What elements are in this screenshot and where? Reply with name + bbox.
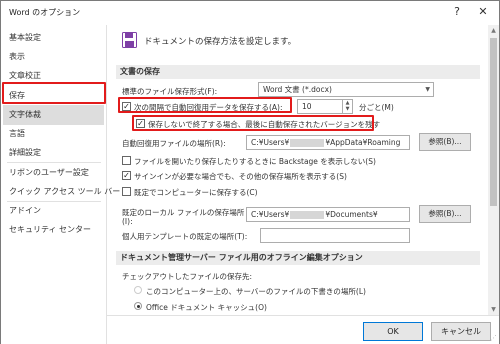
section-offline-editing: ドキュメント管理サーバー ファイル用のオフライン編集オプション xyxy=(116,251,480,265)
sidebar-item-trust-center[interactable]: セキュリティ センター xyxy=(9,222,91,237)
default-format-value: Word 文書 (*.docx) xyxy=(263,85,332,94)
path-prefix: C:¥Users¥ xyxy=(251,210,290,219)
autorecover-location-input[interactable]: C:¥Users¥ ¥AppData¥Roaming xyxy=(246,135,410,150)
save-to-computer-checkbox[interactable] xyxy=(122,187,131,196)
browse-autorecover-button[interactable]: 参照(B)... xyxy=(419,133,471,151)
window-title: Word のオプション xyxy=(9,8,81,17)
show-other-locations-label: サインインが必要な場合でも、その他の保存場所を表示する(S) xyxy=(134,172,347,181)
sidebar-item-advanced[interactable]: 詳細設定 xyxy=(9,145,41,160)
scroll-up-icon[interactable]: ▲ xyxy=(488,25,499,36)
office-cache-label: Office ドキュメント キャッシュ(O) xyxy=(146,303,267,312)
server-drafts-label: このコンピューター上の、サーバーのファイルの下書きの場所(L) xyxy=(146,287,366,296)
checkout-location-label: チェックアウトしたファイルの保存先: xyxy=(122,272,253,281)
dialog-footer: OK キャンセル ⋰ xyxy=(107,315,499,344)
hide-backstage-checkbox[interactable] xyxy=(122,156,131,165)
scroll-down-icon[interactable]: ▼ xyxy=(488,304,499,315)
sidebar-item-proofing[interactable]: 文章校正 xyxy=(9,68,41,83)
ok-button[interactable]: OK xyxy=(363,322,423,341)
help-button[interactable]: ? xyxy=(449,4,465,20)
minutes-suffix-label: 分ごと(M) xyxy=(359,103,394,112)
title-bar: Word のオプション ? ✕ xyxy=(1,1,499,23)
options-sidebar: 基本設定 表示 文章校正 保存 文字体裁 言語 詳細設定 リボンのユーザー設定 … xyxy=(1,25,120,344)
sidebar-item-quick-access[interactable]: クイック アクセス ツール バー xyxy=(9,184,120,199)
save-highlight-box xyxy=(2,82,106,104)
show-other-locations-checkbox[interactable]: ✓ xyxy=(122,171,131,180)
chevron-down-icon: ▼ xyxy=(425,86,430,93)
template-location-input[interactable] xyxy=(260,228,410,243)
hide-backstage-label: ファイルを開いたり保存したりするときに Backstage を表示しない(S) xyxy=(134,157,376,166)
local-location-label: 既定のローカル ファイルの保存場所 xyxy=(122,208,245,217)
autorecover-minutes-input[interactable]: 10 xyxy=(297,99,343,114)
path-suffix: ¥AppData¥Roaming xyxy=(325,138,401,147)
minutes-spinner[interactable]: ▲ ▼ xyxy=(343,99,353,114)
sidebar-divider xyxy=(7,162,101,163)
autorecover-location-label: 自動回復用ファイルの場所(R): xyxy=(122,139,226,148)
sidebar-item-language[interactable]: 言語 xyxy=(9,126,25,141)
sidebar-item-customize-ribbon[interactable]: リボンのユーザー設定 xyxy=(9,165,89,180)
save-floppy-icon xyxy=(122,32,137,48)
sidebar-divider xyxy=(7,201,101,202)
sidebar-item-addins[interactable]: アドイン xyxy=(9,203,41,218)
template-location-label: 個人用テンプレートの既定の場所(T): xyxy=(122,232,248,241)
save-to-computer-label: 既定でコンピューターに保存する(C) xyxy=(134,188,258,197)
path-suffix: ¥Documents¥ xyxy=(325,210,378,219)
local-location-label-2: (I): xyxy=(122,217,133,226)
sidebar-item-display[interactable]: 表示 xyxy=(9,49,25,64)
default-format-select[interactable]: Word 文書 (*.docx) ▼ xyxy=(258,82,434,97)
save-options-panel: ドキュメントの保存方法を設定します。 文書の保存 標準のファイル保存形式(F):… xyxy=(108,25,488,315)
default-format-label: 標準のファイル保存形式(F): xyxy=(122,87,218,96)
panel-scrollbar[interactable]: ▲ ▼ xyxy=(488,25,499,315)
redacted-username xyxy=(290,211,325,219)
sidebar-item-general[interactable]: 基本設定 xyxy=(9,30,41,45)
local-location-input[interactable]: C:¥Users¥ ¥Documents¥ xyxy=(246,207,410,222)
server-drafts-radio[interactable] xyxy=(134,286,142,294)
close-button[interactable]: ✕ xyxy=(475,4,491,20)
keep-last-version-highlight-box xyxy=(132,115,374,131)
scroll-thumb[interactable] xyxy=(490,38,497,206)
word-options-dialog: Word のオプション ? ✕ 基本設定 表示 文章校正 保存 文字体裁 言語 … xyxy=(0,0,500,344)
sidebar-item-typography[interactable]: 文字体裁 xyxy=(9,107,41,122)
resize-grip-icon[interactable]: ⋰ xyxy=(490,334,497,342)
redacted-username xyxy=(290,139,325,147)
panel-heading: ドキュメントの保存方法を設定します。 xyxy=(144,37,297,47)
cancel-button[interactable]: キャンセル xyxy=(431,322,491,341)
autorecover-highlight-box xyxy=(118,97,292,113)
path-prefix: C:¥Users¥ xyxy=(251,138,290,147)
office-cache-radio[interactable] xyxy=(134,302,142,310)
browse-local-button[interactable]: 参照(B)... xyxy=(419,205,471,223)
section-save-documents: 文書の保存 xyxy=(116,65,480,79)
